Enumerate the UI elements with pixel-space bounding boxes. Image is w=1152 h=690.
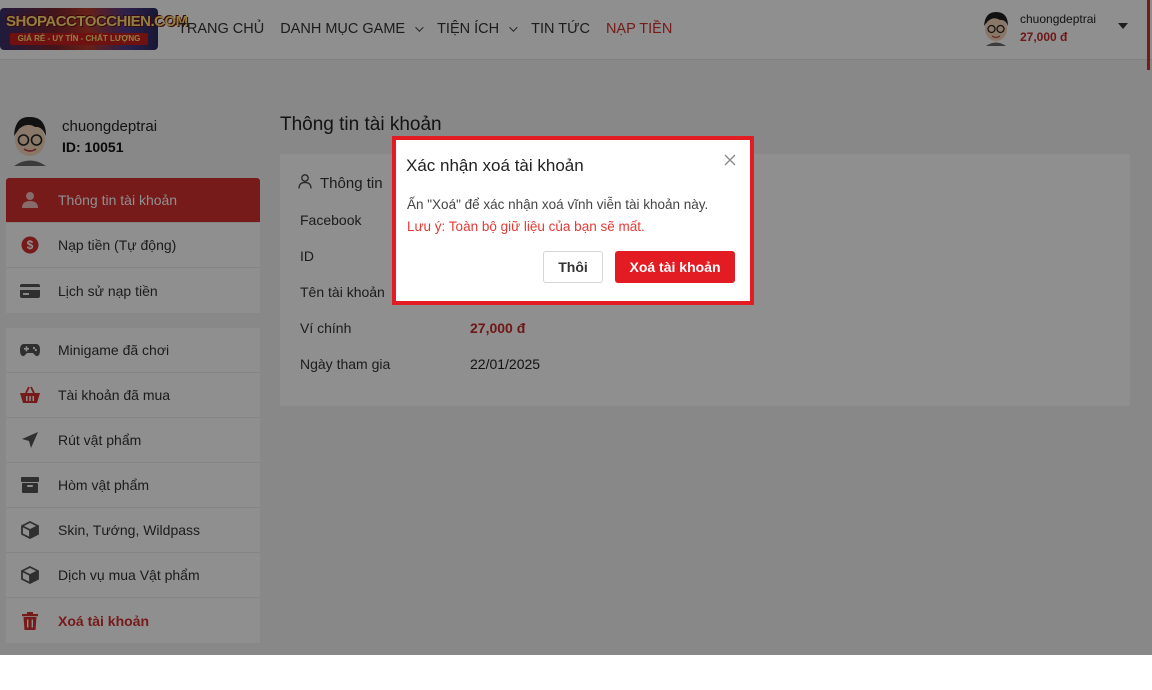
page: SHOPACCTOCCHIEN.COM GIÁ RẺ - UY TÍN - CH… xyxy=(0,0,1152,655)
delete-account-dialog: Xác nhận xoá tài khoản Ấn "Xoá" để xác n… xyxy=(392,136,754,305)
cancel-button[interactable]: Thôi xyxy=(543,251,603,283)
dialog-title: Xác nhận xoá tài khoản xyxy=(406,156,584,175)
close-icon[interactable] xyxy=(722,152,738,168)
dialog-warning: Lưu ý: Toàn bộ giữ liệu của bạn sẽ mất. xyxy=(407,219,645,234)
modal-overlay[interactable] xyxy=(0,0,1152,655)
dialog-message: Ấn "Xoá" để xác nhận xoá vĩnh viễn tài k… xyxy=(407,197,709,212)
confirm-delete-button[interactable]: Xoá tài khoản xyxy=(615,251,735,283)
